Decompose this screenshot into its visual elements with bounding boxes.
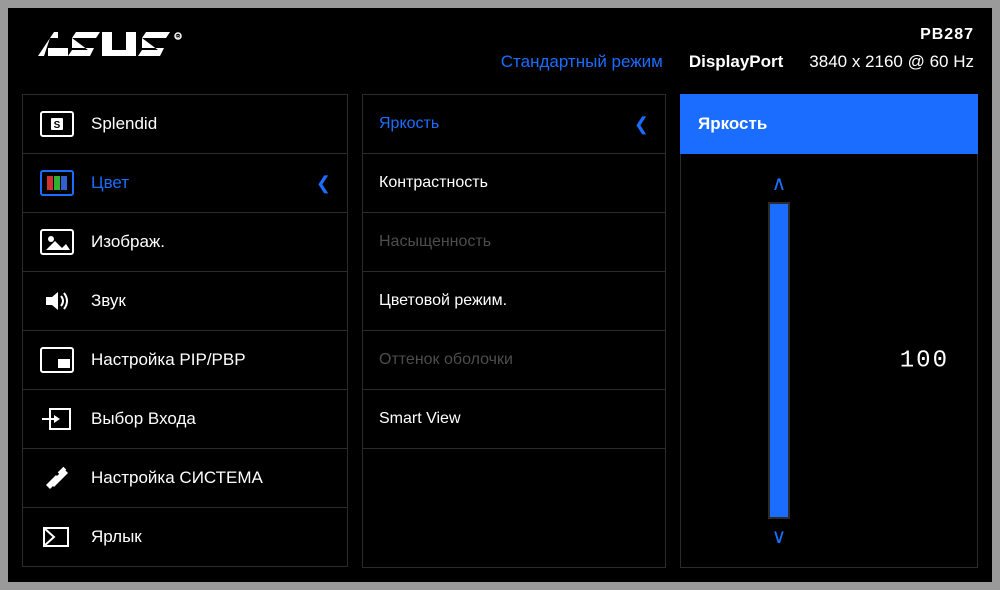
menu-item-pip[interactable]: Настройка PIP/PBP xyxy=(22,330,348,390)
value-panel-title: Яркость xyxy=(680,94,978,154)
menu-item-sound[interactable]: Звук xyxy=(22,271,348,331)
submenu-label: Контрастность xyxy=(379,174,488,192)
shortcut-icon xyxy=(37,520,77,554)
menu-label: Splendid xyxy=(91,114,157,134)
submenu-label: Цветoвой режим. xyxy=(379,292,507,310)
menu-item-color[interactable]: Цвет ❮ xyxy=(22,153,348,213)
resolution-label: 3840 x 2160 @ 60 Hz xyxy=(809,52,974,72)
menu-label: Настройка СИСТЕМА xyxy=(91,468,263,488)
menu-item-input[interactable]: Выбор Входа xyxy=(22,389,348,449)
menu-label: Настройка PIP/PBP xyxy=(91,350,246,370)
monitor-osd: R PB287 Стандартный режим DisplayPort 38… xyxy=(8,8,992,582)
chevron-left-icon: ❮ xyxy=(634,114,649,135)
sound-icon xyxy=(37,284,77,318)
menu-item-image[interactable]: Изображ. xyxy=(22,212,348,272)
submenu-item-skin-tone: Оттенок оболочки xyxy=(362,330,666,390)
submenu-item-brightness[interactable]: Яркость ❮ xyxy=(362,94,666,154)
submenu-item-color-temp[interactable]: Цветoвой режим. xyxy=(362,271,666,331)
submenu-label: Яркость xyxy=(379,115,439,133)
menu-label: Выбор Входа xyxy=(91,409,196,429)
tools-icon xyxy=(37,461,77,495)
sub-menu: Яркость ❮ Контрастность Насыщенность Цве… xyxy=(362,94,666,568)
menu-item-shortcut[interactable]: Ярлык xyxy=(22,507,348,567)
splendid-icon: S xyxy=(37,107,77,141)
input-icon xyxy=(37,402,77,436)
slider-track[interactable] xyxy=(768,202,790,519)
slider-fill xyxy=(770,204,788,517)
value-title-label: Яркость xyxy=(698,114,767,134)
submenu-empty-area xyxy=(362,448,666,568)
submenu-item-contrast[interactable]: Контрастность xyxy=(362,153,666,213)
picture-mode: Стандартный режим xyxy=(501,52,663,72)
submenu-item-saturation: Насыщенность xyxy=(362,212,666,272)
arrow-up-icon[interactable]: ∧ xyxy=(772,174,787,194)
menu-label: Цвет xyxy=(91,173,129,193)
svg-text:R: R xyxy=(176,35,180,41)
brightness-slider[interactable]: ∧ ∨ xyxy=(719,174,839,547)
chevron-left-icon: ❮ xyxy=(316,173,331,194)
model-label: PB287 xyxy=(920,26,974,43)
main-menu: S Splendid Цвет ❮ Изображ. xyxy=(22,94,348,568)
osd-header: R PB287 Стандартный режим DisplayPort 38… xyxy=(8,8,992,86)
svg-text:S: S xyxy=(54,120,61,131)
asus-logo: R xyxy=(36,26,196,71)
submenu-label: Оттенок оболочки xyxy=(379,351,513,369)
submenu-label: Smart View xyxy=(379,410,461,428)
input-source: DisplayPort xyxy=(689,52,783,72)
header-model-row: PB287 xyxy=(920,26,974,44)
menu-label: Ярлык xyxy=(91,527,142,547)
menu-label: Звук xyxy=(91,291,126,311)
value-panel-body: ∧ ∨ 100 xyxy=(680,154,978,568)
header-status-row: Стандартный режим DisplayPort 3840 x 216… xyxy=(501,52,974,72)
menu-item-splendid[interactable]: S Splendid xyxy=(22,94,348,154)
submenu-label: Насыщенность xyxy=(379,233,491,251)
value-panel: Яркость ∧ ∨ 100 xyxy=(680,94,978,568)
arrow-down-icon[interactable]: ∨ xyxy=(772,527,787,547)
color-icon xyxy=(37,166,77,200)
image-icon xyxy=(37,225,77,259)
pip-icon xyxy=(37,343,77,377)
menu-item-system[interactable]: Настройка СИСТЕМА xyxy=(22,448,348,508)
menu-label: Изображ. xyxy=(91,232,165,252)
osd-columns: S Splendid Цвет ❮ Изображ. xyxy=(22,94,978,568)
submenu-item-smartview[interactable]: Smart View xyxy=(362,389,666,449)
slider-value: 100 xyxy=(900,347,949,374)
